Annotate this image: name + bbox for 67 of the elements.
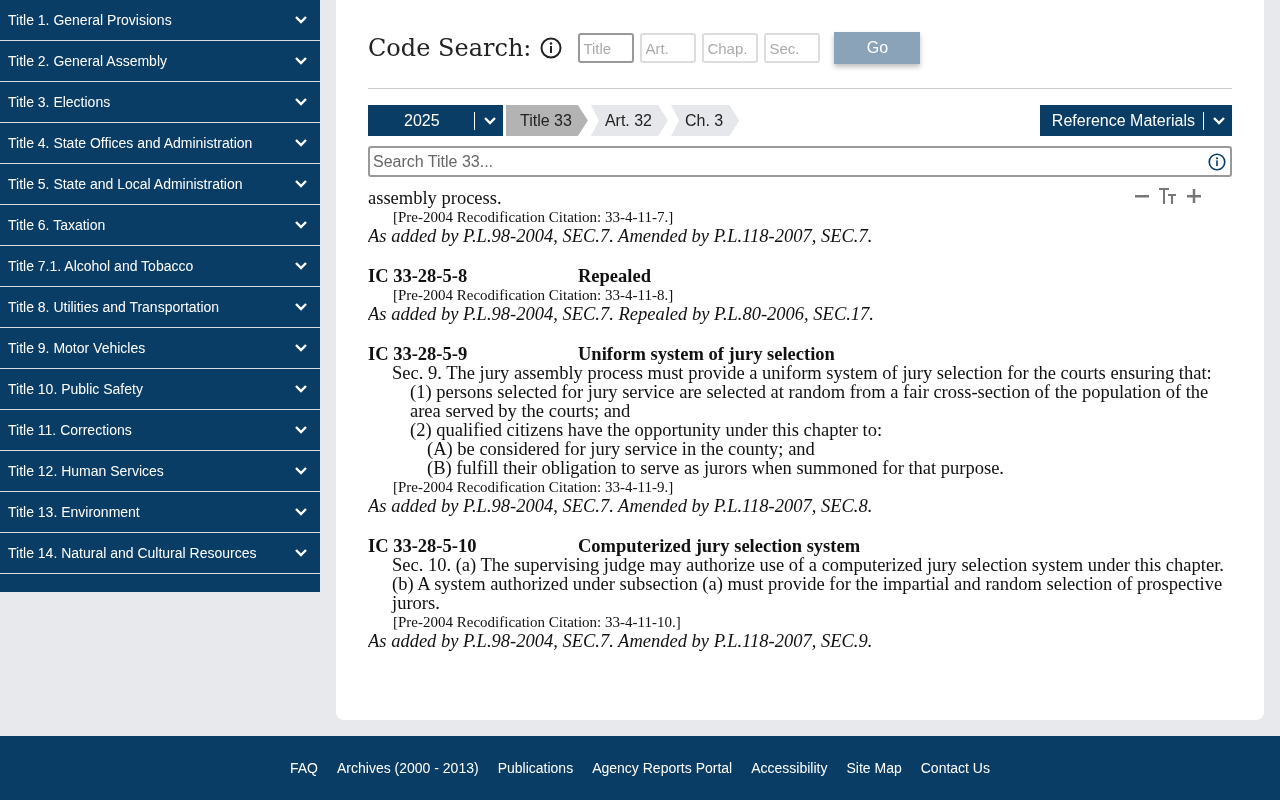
chevron-icon [294,56,308,66]
sidebar-item[interactable]: Title 10. Public Safety [0,369,320,410]
sidebar-item[interactable]: Title 8. Utilities and Transportation [0,287,320,328]
footer-link[interactable]: Publications [497,760,574,800]
chevron-icon [294,220,308,230]
input-field[interactable]: Title [578,33,635,63]
chevron-icon [483,115,497,126]
statute-text: (B) fulfill their obligation to serve as jurors when summoned for that purpose. [426,459,1005,478]
section-number: IC 33-28-5-9 [368,344,469,364]
section-number: IC 33-28-5-8 [368,266,469,286]
footer-link[interactable]: Contact Us [920,760,990,800]
sidebar-item[interactable]: Title 5. State and Local Administration [0,164,320,205]
section-heading: Repealed [578,266,651,286]
statute-text: Sec. 9. The jury assembly process must provide a uniform system of jury selection for the courts ensuring that: [391,364,1213,383]
recodification-citation: [Pre-2004 Recodification Citation: 33-4-11-7.] [392,208,675,227]
statute-text: (A) be considered for jury service in the county; and [427,440,815,459]
statute-text: (b) A system authorized under subsection (a) must provide for the impartial and random selection of prospective jurors. [390,575,1224,613]
chevron-icon [294,261,308,271]
chevron-icon [294,179,308,189]
chevron-icon [294,425,308,435]
breadcrumb[interactable]: Ch. 3 [671,105,740,136]
chevron-icon [294,302,308,312]
section-heading: Computerized jury selection system [578,536,861,556]
chevron-icon [294,15,308,25]
font-size-icon[interactable] [1158,187,1178,205]
sidebar-item[interactable]: Title 14. Natural and Cultural Resources [0,533,320,574]
sidebar-item[interactable]: Title 3. Elections [0,82,320,123]
section-heading: Uniform system of jury selection [578,344,835,364]
chevron-icon [294,466,308,476]
footer-link[interactable]: Archives (2000 - 2013) [337,760,479,800]
statute-text: Sec. 10. (a) The supervising judge may authorize use of a computerized jury selection system under this chapter. [391,556,1225,575]
footer-link[interactable]: Accessibility [751,760,828,800]
chevron-icon [294,548,308,558]
recodification-citation: [Pre-2004 Recodification Citation: 33-4-11-9.] [392,478,675,497]
increase-font-icon[interactable] [1186,188,1202,204]
sidebar-item[interactable]: Title 11. Corrections [0,410,320,451]
sidebar-item[interactable]: Title 4. State Offices and Administration [0,123,320,164]
sidebar-item[interactable]: Title 6. Taxation [0,205,320,246]
chevron-icon [294,138,308,148]
sidebar-item[interactable]: Title 12. Human Services [0,451,320,492]
search-field[interactable]: Search Title 33... [368,146,1232,177]
info-icon[interactable] [540,37,563,59]
breadcrumb[interactable]: Art. 32 [590,105,668,136]
breadcrumb[interactable]: Title 33 [506,105,588,136]
footer-link[interactable]: Site Map [846,760,902,800]
recodification-citation: [Pre-2004 Recodification Citation: 33-4-11-8.] [392,286,675,305]
section-number: IC 33-28-5-10 [368,536,478,556]
chevron-icon [1212,115,1226,126]
footer-link[interactable]: Agency Reports Portal [592,760,733,800]
reference-materials-menu[interactable]: Reference Materials [1039,105,1232,136]
chevron-icon [294,97,308,107]
code-search-label: Code Search: [368,34,532,62]
sidebar-item[interactable]: Title 13. Environment [0,492,320,533]
sidebar-item[interactable]: Title 1. General Provisions [0,0,320,41]
statute-text: (1) persons selected for jury service are selected at random from a fair cross-section of the population of the area served by the courts; and [409,383,1210,421]
sidebar-item[interactable]: Title 9. Motor Vehicles [0,328,320,369]
year-select[interactable]: 2025 [368,105,503,136]
footer-link[interactable]: FAQ [290,760,318,800]
chevron-icon [294,343,308,353]
sidebar-item[interactable]: Title 7.1. Alcohol and Tobacco [0,246,320,287]
sidebar-item[interactable]: Title 2. General Assembly [0,41,320,82]
info-icon[interactable] [1208,152,1226,171]
chevron-icon [294,384,308,394]
statute-text: (2) qualified citizens have the opportunity under this chapter to: [409,421,884,440]
recodification-citation: [Pre-2004 Recodification Citation: 33-4-11-10.] [392,613,682,632]
chevron-icon [294,507,308,517]
statute-text: assembly process. [368,189,502,208]
